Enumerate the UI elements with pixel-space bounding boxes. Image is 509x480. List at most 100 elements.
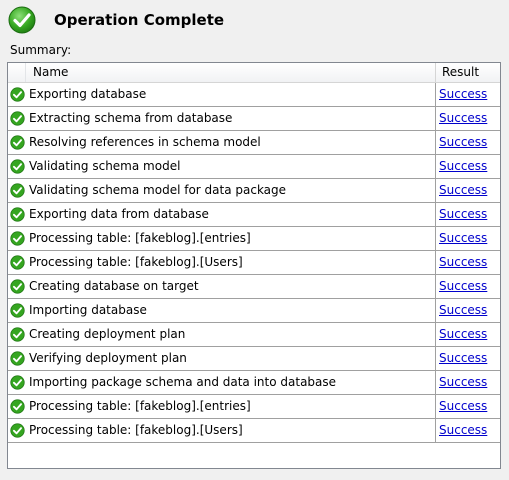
row-name: Extracting schema from database xyxy=(26,107,436,130)
success-link[interactable]: Success xyxy=(439,111,487,125)
success-check-icon xyxy=(9,303,25,318)
success-link[interactable]: Success xyxy=(439,399,487,413)
row-status-cell xyxy=(8,275,26,298)
column-header-result[interactable]: Result xyxy=(436,63,500,82)
table-row[interactable]: Validating schema model Success xyxy=(8,155,500,179)
row-name: Processing table: [fakeblog].[entries] xyxy=(26,227,436,250)
success-link[interactable]: Success xyxy=(439,87,487,101)
table-row[interactable]: Processing table: [fakeblog].[entries] Su… xyxy=(8,227,500,251)
success-link[interactable]: Success xyxy=(439,279,487,293)
row-status-cell xyxy=(8,227,26,250)
success-check-icon xyxy=(9,279,25,294)
success-check-icon xyxy=(9,87,25,102)
success-link[interactable]: Success xyxy=(439,159,487,173)
table-row[interactable]: Verifying deployment plan Success xyxy=(8,347,500,371)
grid-header: Name Result xyxy=(8,63,500,83)
row-name: Importing database xyxy=(26,299,436,322)
success-link[interactable]: Success xyxy=(439,423,487,437)
row-status-cell xyxy=(8,323,26,346)
table-row[interactable]: Validating schema model for data package… xyxy=(8,179,500,203)
column-header-name[interactable]: Name xyxy=(26,63,436,82)
success-check-icon xyxy=(9,231,25,246)
row-status-cell xyxy=(8,251,26,274)
success-link[interactable]: Success xyxy=(439,375,487,389)
row-name: Resolving references in schema model xyxy=(26,131,436,154)
table-row[interactable]: Exporting data from database Success xyxy=(8,203,500,227)
success-check-icon xyxy=(9,327,25,342)
success-link[interactable]: Success xyxy=(439,351,487,365)
table-row[interactable]: Processing table: [fakeblog].[entries] Su… xyxy=(8,395,500,419)
row-name: Processing table: [fakeblog].[Users] xyxy=(26,251,436,274)
success-check-icon xyxy=(9,375,25,390)
row-result-cell: Success xyxy=(436,323,500,346)
success-check-icon xyxy=(9,207,25,222)
table-row[interactable]: Exporting database Success xyxy=(8,83,500,107)
success-check-icon xyxy=(9,351,25,366)
success-link[interactable]: Success xyxy=(439,231,487,245)
table-row[interactable]: Creating deployment plan Success xyxy=(8,323,500,347)
success-check-icon xyxy=(8,6,36,34)
row-name: Processing table: [fakeblog].[Users] xyxy=(26,419,436,442)
row-name: Creating deployment plan xyxy=(26,323,436,346)
row-result-cell: Success xyxy=(436,131,500,154)
success-link[interactable]: Success xyxy=(439,183,487,197)
row-result-cell: Success xyxy=(436,371,500,394)
row-status-cell xyxy=(8,83,26,106)
page-title: Operation Complete xyxy=(54,11,225,29)
row-status-cell xyxy=(8,371,26,394)
row-name: Validating schema model xyxy=(26,155,436,178)
success-check-icon xyxy=(9,399,25,414)
row-result-cell: Success xyxy=(436,251,500,274)
row-name: Processing table: [fakeblog].[entries] xyxy=(26,395,436,418)
row-status-cell xyxy=(8,131,26,154)
row-status-cell xyxy=(8,155,26,178)
table-row[interactable]: Creating database on target Success xyxy=(8,275,500,299)
table-row[interactable]: Resolving references in schema model Succ… xyxy=(8,131,500,155)
row-status-cell xyxy=(8,299,26,322)
success-check-icon xyxy=(9,255,25,270)
row-status-cell xyxy=(8,395,26,418)
table-row[interactable]: Importing package schema and data into d… xyxy=(8,371,500,395)
row-name: Importing package schema and data into d… xyxy=(26,371,436,394)
operation-complete-page: Operation Complete Summary: Name Result … xyxy=(0,0,509,480)
row-result-cell: Success xyxy=(436,83,500,106)
row-status-cell xyxy=(8,419,26,442)
row-status-cell xyxy=(8,107,26,130)
row-result-cell: Success xyxy=(436,155,500,178)
table-row[interactable]: Extracting schema from database Success xyxy=(8,107,500,131)
row-result-cell: Success xyxy=(436,227,500,250)
row-name: Exporting database xyxy=(26,83,436,106)
row-result-cell: Success xyxy=(436,419,500,442)
row-result-cell: Success xyxy=(436,299,500,322)
row-result-cell: Success xyxy=(436,179,500,202)
row-status-cell xyxy=(8,203,26,226)
grid-rows: Exporting database Success Extracting sche… xyxy=(8,83,500,443)
success-check-icon xyxy=(9,159,25,174)
row-result-cell: Success xyxy=(436,107,500,130)
row-name: Verifying deployment plan xyxy=(26,347,436,370)
summary-label: Summary: xyxy=(10,43,72,57)
success-link[interactable]: Success xyxy=(439,327,487,341)
row-result-cell: Success xyxy=(436,275,500,298)
success-link[interactable]: Success xyxy=(439,255,487,269)
success-check-icon xyxy=(9,183,25,198)
header: Operation Complete xyxy=(8,5,224,35)
table-row[interactable]: Processing table: [fakeblog].[Users] Succ… xyxy=(8,419,500,443)
grid-header-icon-column xyxy=(8,63,26,82)
row-status-cell xyxy=(8,347,26,370)
row-name: Creating database on target xyxy=(26,275,436,298)
summary-grid[interactable]: Name Result Exporting database Success Ext… xyxy=(7,62,501,469)
success-link[interactable]: Success xyxy=(439,207,487,221)
success-check-icon xyxy=(9,423,25,438)
success-check-icon xyxy=(9,111,25,126)
row-result-cell: Success xyxy=(436,347,500,370)
row-result-cell: Success xyxy=(436,203,500,226)
table-row[interactable]: Importing database Success xyxy=(8,299,500,323)
row-name: Validating schema model for data package xyxy=(26,179,436,202)
row-result-cell: Success xyxy=(436,395,500,418)
success-link[interactable]: Success xyxy=(439,135,487,149)
table-row[interactable]: Processing table: [fakeblog].[Users] Succ… xyxy=(8,251,500,275)
row-name: Exporting data from database xyxy=(26,203,436,226)
success-link[interactable]: Success xyxy=(439,303,487,317)
success-check-icon xyxy=(9,135,25,150)
